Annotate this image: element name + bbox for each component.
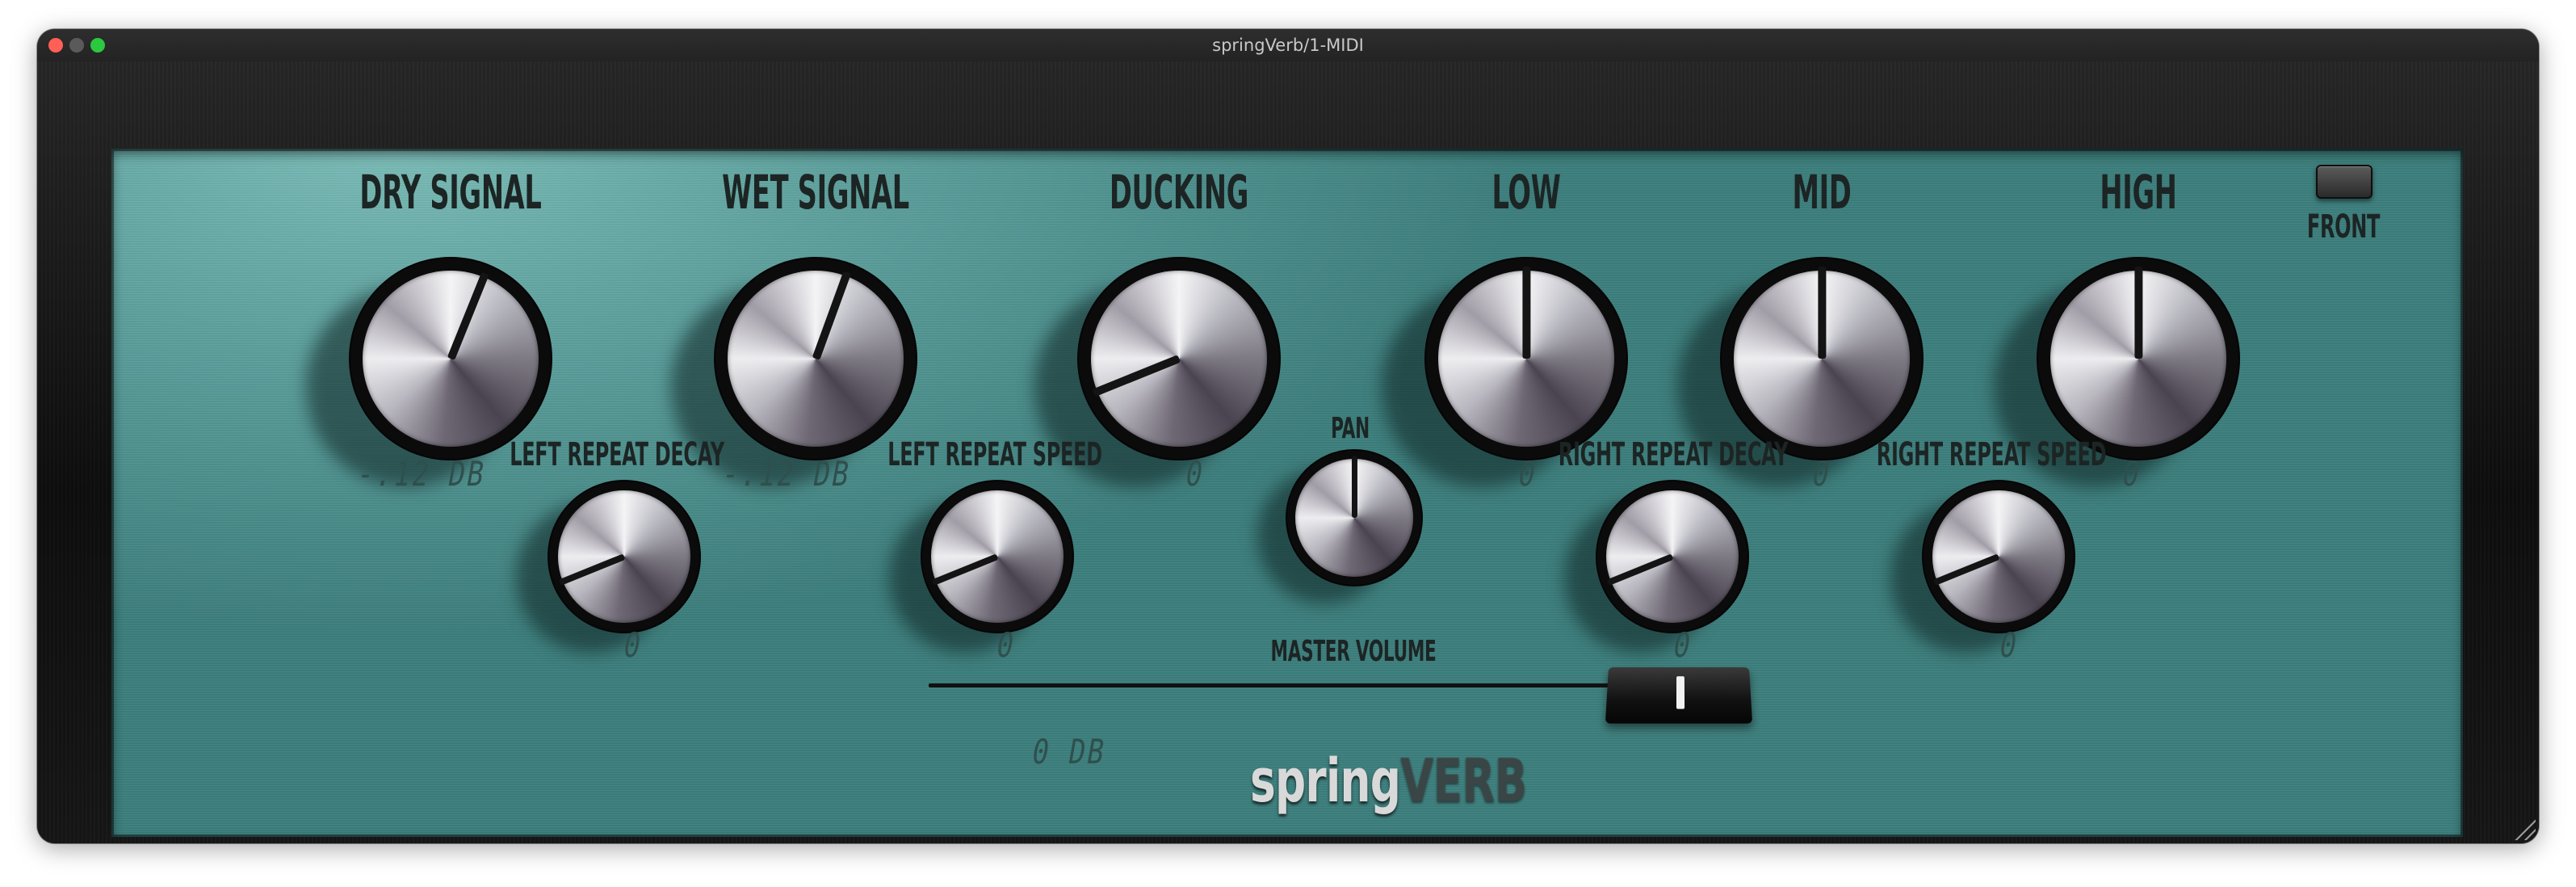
ducking-knob[interactable] <box>1034 259 1279 487</box>
low-knob[interactable] <box>1382 259 1626 487</box>
mid-knob[interactable] <box>1677 259 1922 487</box>
knob-pointer <box>1351 456 1357 518</box>
left-repeat-decay-label: LEFT REPEAT DECAY <box>510 436 724 473</box>
pan-label: PAN <box>1331 412 1370 445</box>
low-label: LOW <box>1491 165 1561 220</box>
knob-pointer <box>2133 266 2143 359</box>
high-label: HIGH <box>2100 165 2177 220</box>
master-volume-thumb[interactable] <box>1605 667 1753 724</box>
title-bar: springVerb/1-MIDI <box>37 29 2539 62</box>
dry-signal-value: -.12 DB <box>354 454 489 494</box>
resize-grip-icon[interactable] <box>2508 813 2536 840</box>
slider-grip-mark <box>1676 676 1685 709</box>
left-repeat-decay-knob[interactable] <box>516 481 699 654</box>
pan-knob[interactable] <box>1257 451 1421 604</box>
logo-text-spring: spring <box>1250 746 1401 816</box>
knob-pointer <box>1521 266 1531 359</box>
right-repeat-speed-label: RIGHT REPEAT SPEED <box>1876 436 2107 473</box>
master-volume-value: 0 DB <box>1029 732 1110 771</box>
wet-signal-label: WET SIGNAL <box>722 165 909 220</box>
right-repeat-decay-label: RIGHT REPEAT DECAY <box>1558 436 1789 473</box>
plugin-window: springVerb/1-MIDI DRY SIGNAL WET SIGNAL … <box>37 29 2539 843</box>
left-repeat-speed-knob[interactable] <box>889 481 1072 654</box>
wet-signal-knob[interactable] <box>671 259 916 487</box>
ducking-label: DUCKING <box>1109 165 1249 220</box>
front-label: FRONT <box>2306 208 2381 246</box>
dry-signal-knob[interactable] <box>306 259 551 487</box>
plugin-frame: DRY SIGNAL WET SIGNAL DUCKING LOW MID HI… <box>37 61 2539 843</box>
master-volume-label: MASTER VOLUME <box>1270 635 1437 668</box>
knob-pointer <box>1817 266 1827 359</box>
plugin-panel: DRY SIGNAL WET SIGNAL DUCKING LOW MID HI… <box>111 149 2463 837</box>
right-repeat-speed-knob[interactable] <box>1890 481 2074 654</box>
mid-label: MID <box>1792 165 1852 220</box>
wet-signal-value: -.12 DB <box>719 454 854 494</box>
left-repeat-speed-label: LEFT REPEAT SPEED <box>887 436 1102 473</box>
right-repeat-decay-knob[interactable] <box>1564 481 1747 654</box>
front-toggle-button[interactable] <box>2316 165 2373 199</box>
dry-signal-label: DRY SIGNAL <box>359 165 542 220</box>
springverb-logo: springVERB <box>1250 746 1527 816</box>
high-knob[interactable] <box>1994 259 2238 487</box>
window-title: springVerb/1-MIDI <box>1212 36 1364 55</box>
master-volume-track[interactable] <box>929 683 1704 687</box>
logo-text-verb: VERB <box>1400 746 1527 816</box>
